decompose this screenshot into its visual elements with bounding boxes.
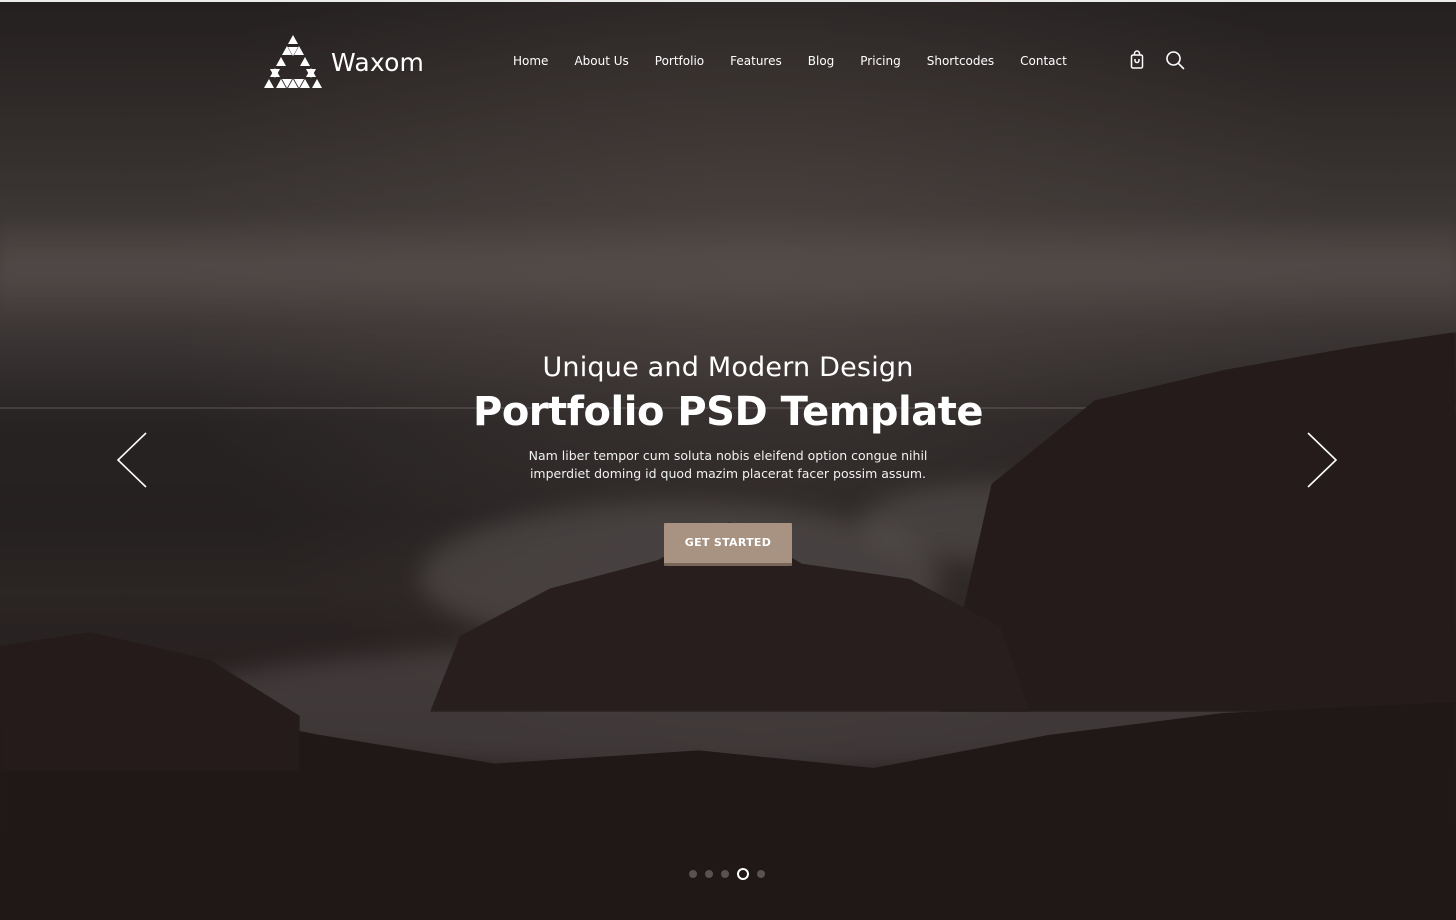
nav-item-pricing[interactable]: Pricing	[860, 54, 900, 68]
hero-slider: Waxom Home About Us Portfolio Features B…	[0, 0, 1456, 920]
brand-logo[interactable]: Waxom	[261, 33, 424, 89]
site-header: Waxom Home About Us Portfolio Features B…	[261, 30, 1185, 92]
hero-title: Portfolio PSD Template	[473, 389, 983, 435]
nav-item-shortcodes[interactable]: Shortcodes	[927, 54, 994, 68]
header-actions	[1127, 50, 1185, 70]
nav-item-contact[interactable]: Contact	[1020, 54, 1067, 68]
slider-dot-5[interactable]	[757, 870, 765, 878]
slider-dot-1[interactable]	[689, 870, 697, 878]
hero-subtitle: Unique and Modern Design	[542, 352, 914, 383]
slider-dot-3[interactable]	[721, 870, 729, 878]
slider-dot-4[interactable]	[737, 868, 749, 880]
triangle-logo-icon	[264, 35, 322, 88]
main-nav: Home About Us Portfolio Features Blog Pr…	[513, 54, 1067, 68]
nav-item-features[interactable]: Features	[730, 54, 782, 68]
get-started-button[interactable]: GET STARTED	[664, 523, 792, 566]
nav-item-home[interactable]: Home	[513, 54, 548, 68]
slide-content: Unique and Modern Design Portfolio PSD T…	[0, 352, 1456, 566]
search-icon[interactable]	[1165, 50, 1185, 70]
slider-dot-2[interactable]	[705, 870, 713, 878]
shopping-bag-icon[interactable]	[1127, 50, 1147, 70]
brand-name: Waxom	[331, 47, 425, 77]
nav-item-portfolio[interactable]: Portfolio	[655, 54, 704, 68]
nav-item-about-us[interactable]: About Us	[574, 54, 628, 68]
nav-item-blog[interactable]: Blog	[808, 54, 835, 68]
hero-description: Nam liber tempor cum soluta nobis eleife…	[528, 448, 928, 481]
slider-pagination	[689, 868, 765, 880]
